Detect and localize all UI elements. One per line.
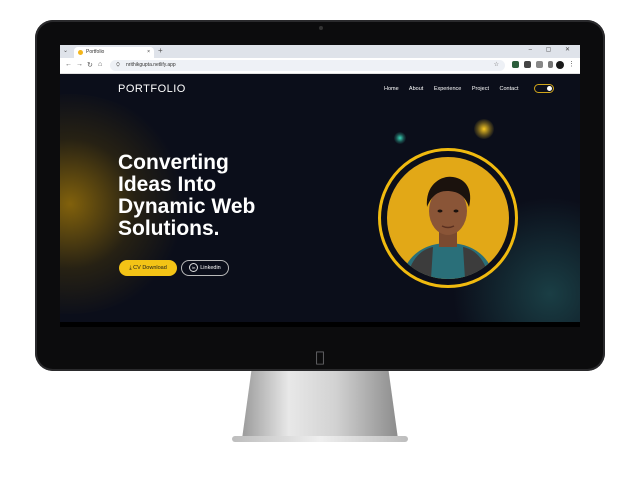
- site-logo[interactable]: PORTFOLIO: [118, 83, 186, 95]
- apple-logo-icon: : [312, 348, 328, 366]
- menu-kebab-icon[interactable]: ⋮: [568, 60, 575, 68]
- profile-photo-frame: [378, 148, 518, 288]
- extension-icon[interactable]: [512, 61, 519, 68]
- extension-icon[interactable]: [524, 61, 531, 68]
- nav-project[interactable]: Project: [472, 86, 489, 92]
- screen: ⌄ Portfolio × + – ▢ ✕ ← → ↻ ⌂ ⛭ nrithikg…: [60, 45, 580, 327]
- home-icon[interactable]: ⌂: [98, 61, 102, 68]
- favicon-icon: [78, 50, 83, 55]
- site-info-icon[interactable]: ⛭: [116, 60, 120, 71]
- monitor-stand: [242, 371, 398, 439]
- site-nav: Home About Experience Project Contact: [384, 86, 528, 92]
- linkedin-label: Linkedin: [200, 265, 221, 271]
- decor-dot: [474, 119, 494, 139]
- tab-list-chevron-icon[interactable]: ⌄: [63, 47, 68, 54]
- hero-title: Converting Ideas Into Dynamic Web Soluti…: [118, 152, 318, 240]
- hero-title-line: Solutions.: [118, 217, 220, 240]
- linkedin-icon: in: [189, 263, 199, 273]
- theme-toggle[interactable]: [534, 84, 554, 93]
- reload-icon[interactable]: ↻: [87, 61, 93, 69]
- theme-toggle-icon: [547, 86, 552, 91]
- hero-title-line: Dynamic Web: [118, 195, 256, 218]
- decor-dot: [394, 132, 406, 144]
- hero-title-line: Converting: [118, 151, 229, 174]
- new-tab-button[interactable]: +: [158, 46, 163, 55]
- linkedin-button[interactable]: in Linkedin: [181, 260, 229, 276]
- cv-download-label: CV Download: [133, 265, 167, 271]
- address-bar[interactable]: ⛭ nrithikgupta.netlify.app ☆: [110, 60, 505, 71]
- tab-bar: ⌄ Portfolio × + – ▢ ✕: [60, 45, 580, 58]
- profile-photo: [387, 157, 509, 279]
- browser-toolbar: ← → ↻ ⌂ ⛭ nrithikgupta.netlify.app ☆ ⋮: [60, 58, 580, 74]
- nav-experience[interactable]: Experience: [434, 86, 462, 92]
- hero-title-line: Ideas Into: [118, 173, 217, 196]
- window-controls[interactable]: – ▢ ✕: [529, 46, 576, 53]
- tab-title: Portfolio: [86, 49, 105, 55]
- profile-avatar[interactable]: [556, 61, 564, 69]
- forward-arrow-icon[interactable]: →: [76, 61, 83, 68]
- url-text[interactable]: nrithikgupta.netlify.app: [126, 60, 176, 71]
- extensions-puzzle-icon[interactable]: [536, 61, 543, 68]
- tab-portfolio[interactable]: Portfolio ×: [74, 47, 154, 58]
- cv-download-button[interactable]: ⤓ CV Download: [119, 260, 177, 276]
- nav-home[interactable]: Home: [384, 86, 399, 92]
- back-arrow-icon[interactable]: ←: [65, 61, 72, 68]
- sidebar-icon[interactable]: [548, 61, 553, 68]
- nav-contact[interactable]: Contact: [500, 86, 519, 92]
- taskbar-strip: [60, 322, 580, 327]
- portfolio-page: PORTFOLIO Home About Experience Project …: [60, 74, 580, 322]
- monitor-stand-base: [232, 436, 408, 442]
- profile-photo-figure: [401, 176, 495, 279]
- bookmark-star-icon[interactable]: ☆: [494, 60, 499, 71]
- camera-icon: [319, 26, 323, 30]
- nav-about[interactable]: About: [409, 86, 423, 92]
- tab-close-button[interactable]: ×: [147, 47, 150, 58]
